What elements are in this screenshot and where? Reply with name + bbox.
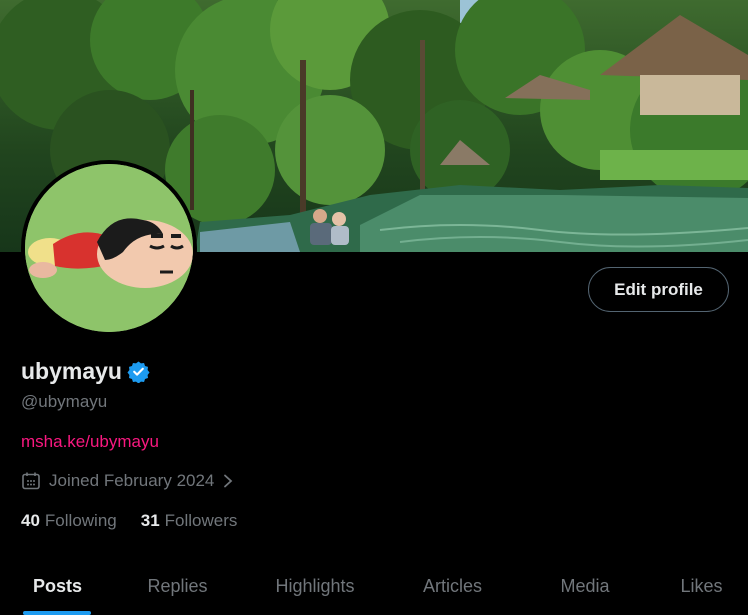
verified-badge-icon[interactable]	[127, 360, 150, 384]
calendar-icon	[21, 471, 41, 491]
name-row: ubymayu	[21, 358, 150, 385]
tab-label: Media	[560, 576, 610, 596]
follow-stats: 40 Following 31 Followers	[21, 511, 261, 531]
edit-profile-button[interactable]: Edit profile	[588, 267, 729, 312]
active-tab-indicator	[23, 611, 91, 615]
following-label: Following	[44, 511, 117, 530]
tab-label: Posts	[32, 576, 83, 596]
chevron-right-icon	[220, 473, 236, 489]
tab-label: Likes	[680, 576, 723, 596]
display-name: ubymayu	[21, 358, 122, 384]
user-handle: @ubymayu	[21, 392, 108, 411]
tab-label: Replies	[147, 576, 208, 596]
tab-replies[interactable]: Replies	[115, 558, 240, 615]
avatar-image	[25, 164, 193, 332]
profile-avatar[interactable]	[21, 160, 197, 336]
joined-label: Joined February 2024	[49, 471, 215, 490]
tab-media[interactable]: Media	[515, 558, 655, 615]
profile-website-link[interactable]: msha.ke/ubymayu	[21, 432, 159, 452]
followers-count: 31	[140, 511, 160, 530]
tab-label: Highlights	[275, 576, 355, 596]
tab-label: Articles	[422, 576, 482, 596]
following-count: 40	[21, 511, 40, 530]
followers-link[interactable]: 31 Followers	[141, 511, 238, 531]
following-link[interactable]: 40 Following	[21, 511, 117, 531]
tab-likes[interactable]: Likes	[655, 558, 748, 615]
tab-highlights[interactable]: Highlights	[240, 558, 390, 615]
tab-articles[interactable]: Articles	[390, 558, 515, 615]
tab-posts[interactable]: Posts	[0, 558, 115, 615]
profile-tabs: Posts Replies Highlights Articles Media …	[0, 558, 748, 615]
joined-date[interactable]: Joined February 2024	[21, 471, 236, 491]
followers-label: Followers	[164, 511, 238, 530]
